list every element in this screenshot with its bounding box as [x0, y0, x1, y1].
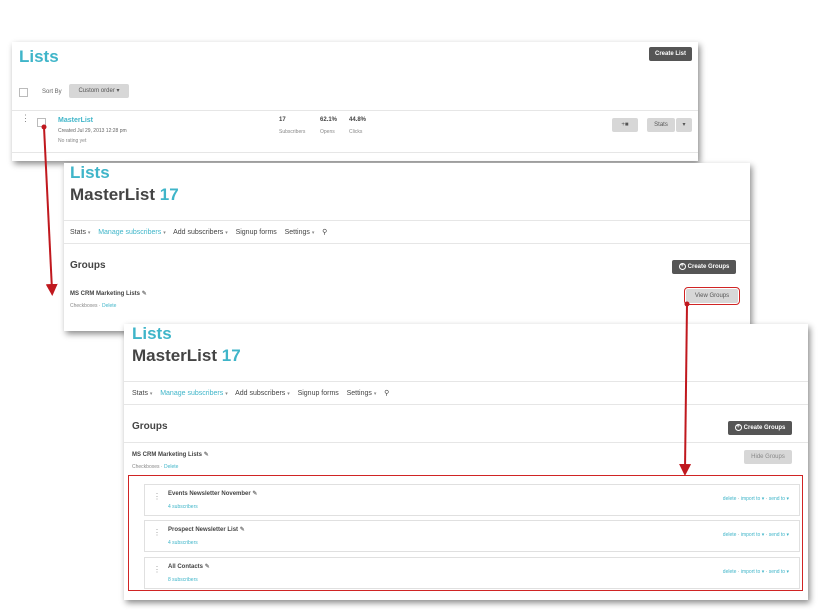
group-send-link[interactable]: send to: [769, 496, 785, 502]
expanded-groups-panel: Lists MasterList 17 Stats ▾ Manage subsc…: [124, 324, 808, 600]
add-user-icon: +■: [621, 122, 629, 128]
nav-settings[interactable]: Settings ▾: [285, 229, 315, 236]
list-detail-panel: Lists MasterList 17 Stats ▾ Manage subsc…: [64, 163, 750, 331]
create-list-button[interactable]: Create List: [649, 47, 692, 61]
drag-handle-icon[interactable]: ⋮: [153, 493, 161, 501]
chevron-down-icon: ▾: [786, 496, 789, 502]
group-delete-link[interactable]: Delete: [164, 464, 178, 470]
list-created: Created Jul 29, 2013 12:28 pm: [58, 128, 127, 134]
group-item[interactable]: ⋮ Events Newsletter November ✎ 4 subscri…: [144, 484, 800, 516]
lists-panel: Lists Create List Sort By Custom order ▾…: [12, 42, 698, 161]
stats-dropdown-button[interactable]: ▾: [676, 118, 692, 132]
create-groups-button[interactable]: + Create Groups: [672, 260, 736, 274]
group-item[interactable]: ⋮ Prospect Newsletter List ✎ 4 subscribe…: [144, 520, 800, 552]
drag-handle-icon[interactable]: ⋮: [153, 529, 161, 537]
drag-handle-icon[interactable]: ⋮: [153, 566, 161, 574]
list-title-name: MasterList: [132, 346, 218, 365]
group-item-actions: delete · import to ▾ · send to ▾: [722, 532, 789, 538]
nav-signup-forms[interactable]: Signup forms: [298, 390, 339, 397]
group-send-link[interactable]: send to: [769, 532, 785, 538]
plus-circle-icon: +: [678, 262, 686, 270]
sort-dropdown[interactable]: Custom order ▾: [69, 84, 129, 98]
list-nav: Stats ▾ Manage subscribers ▾ Add subscri…: [70, 228, 327, 236]
nav-stats[interactable]: Stats ▾: [132, 390, 152, 397]
opens-rate: 62.1%: [320, 117, 338, 123]
chevron-down-icon: ▾: [761, 496, 765, 502]
chevron-down-icon: ▾: [682, 122, 686, 128]
create-groups-button[interactable]: + Create Groups: [728, 421, 792, 435]
edit-pencil-icon[interactable]: ✎: [240, 527, 245, 533]
nav-settings[interactable]: Settings ▾: [347, 390, 377, 397]
chevron-down-icon: ▾: [761, 532, 765, 538]
group-meta: Checkboxes · Delete: [70, 303, 117, 309]
edit-pencil-icon[interactable]: ✎: [142, 291, 147, 297]
group-item-subscribers[interactable]: 4 subscribers: [168, 540, 198, 546]
list-title-count: 17: [159, 185, 179, 204]
clicks-label: Clicks: [349, 129, 363, 135]
group-item-name: All Contacts ✎: [168, 564, 210, 570]
group-import-link[interactable]: import to: [741, 496, 760, 502]
hide-groups-button[interactable]: Hide Groups: [744, 450, 792, 464]
group-item-name: Events Newsletter November ✎: [168, 491, 258, 497]
nav-manage-subscribers[interactable]: Manage subscribers ▾: [160, 390, 228, 397]
groups-heading: Groups: [70, 260, 106, 271]
list-name-link[interactable]: MasterList: [58, 117, 93, 124]
breadcrumb-lists[interactable]: Lists: [70, 163, 110, 183]
nav-manage-subscribers[interactable]: Manage subscribers ▾: [98, 229, 166, 236]
chevron-down-icon: ▾: [761, 569, 765, 575]
page-title: Lists: [19, 47, 59, 66]
group-item[interactable]: ⋮ All Contacts ✎ 8 subscribers delete · …: [144, 557, 800, 589]
list-rating: No rating yet: [58, 138, 87, 144]
nav-add-subscribers[interactable]: Add subscribers ▾: [235, 390, 290, 397]
drag-handle-icon[interactable]: ⋮: [21, 114, 30, 123]
group-send-link[interactable]: send to: [769, 569, 785, 575]
group-delete-link[interactable]: delete: [723, 569, 737, 575]
list-title: MasterList 17: [70, 185, 179, 205]
list-checkbox[interactable]: [37, 118, 46, 127]
list-title: MasterList 17: [132, 346, 241, 366]
list-title-count: 17: [221, 346, 241, 365]
search-icon[interactable]: ⚲: [322, 229, 327, 236]
group-import-link[interactable]: import to: [741, 569, 760, 575]
select-all-checkbox[interactable]: [19, 88, 28, 97]
group-item-subscribers[interactable]: 8 subscribers: [168, 577, 198, 583]
list-title-name: MasterList: [70, 185, 156, 204]
group-delete-link[interactable]: delete: [723, 532, 737, 538]
add-subscriber-button[interactable]: +■: [612, 118, 638, 132]
group-item-subscribers[interactable]: 4 subscribers: [168, 504, 198, 510]
sort-value: Custom order: [78, 88, 115, 94]
group-item-actions: delete · import to ▾ · send to ▾: [722, 569, 789, 575]
nav-add-subscribers[interactable]: Add subscribers ▾: [173, 229, 228, 236]
group-item-actions: delete · import to ▾ · send to ▾: [722, 496, 789, 502]
groups-heading: Groups: [132, 421, 168, 432]
chevron-down-icon: ▾: [786, 532, 789, 538]
sort-by-label: Sort By: [42, 89, 62, 95]
breadcrumb-lists[interactable]: Lists: [132, 324, 172, 344]
nav-stats[interactable]: Stats ▾: [70, 229, 90, 236]
group-delete-link[interactable]: Delete: [102, 303, 116, 309]
view-groups-button[interactable]: View Groups: [684, 287, 740, 305]
subscribers-label: Subscribers: [279, 129, 306, 135]
clicks-rate: 44.8%: [349, 117, 367, 123]
edit-pencil-icon[interactable]: ✎: [252, 491, 257, 497]
plus-circle-icon: +: [734, 423, 742, 431]
opens-label: Opens: [320, 129, 335, 135]
group-name: MS CRM Marketing Lists ✎: [132, 452, 209, 458]
group-import-link[interactable]: import to: [741, 532, 760, 538]
group-meta: Checkboxes · Delete: [132, 464, 179, 470]
group-name: MS CRM Marketing Lists ✎: [70, 291, 147, 297]
group-delete-link[interactable]: delete: [723, 496, 737, 502]
search-icon[interactable]: ⚲: [384, 390, 389, 397]
chevron-down-icon: ▾: [116, 88, 120, 94]
chevron-down-icon: ▾: [786, 569, 789, 575]
group-item-name: Prospect Newsletter List ✎: [168, 527, 245, 533]
group-type: Checkboxes: [132, 464, 160, 470]
nav-signup-forms[interactable]: Signup forms: [236, 229, 277, 236]
stats-button[interactable]: Stats: [647, 118, 675, 132]
edit-pencil-icon[interactable]: ✎: [205, 564, 210, 570]
edit-pencil-icon[interactable]: ✎: [204, 452, 209, 458]
group-type: Checkboxes: [70, 303, 98, 309]
subscribers-count: 17: [279, 117, 286, 123]
list-nav: Stats ▾ Manage subscribers ▾ Add subscri…: [132, 389, 389, 397]
